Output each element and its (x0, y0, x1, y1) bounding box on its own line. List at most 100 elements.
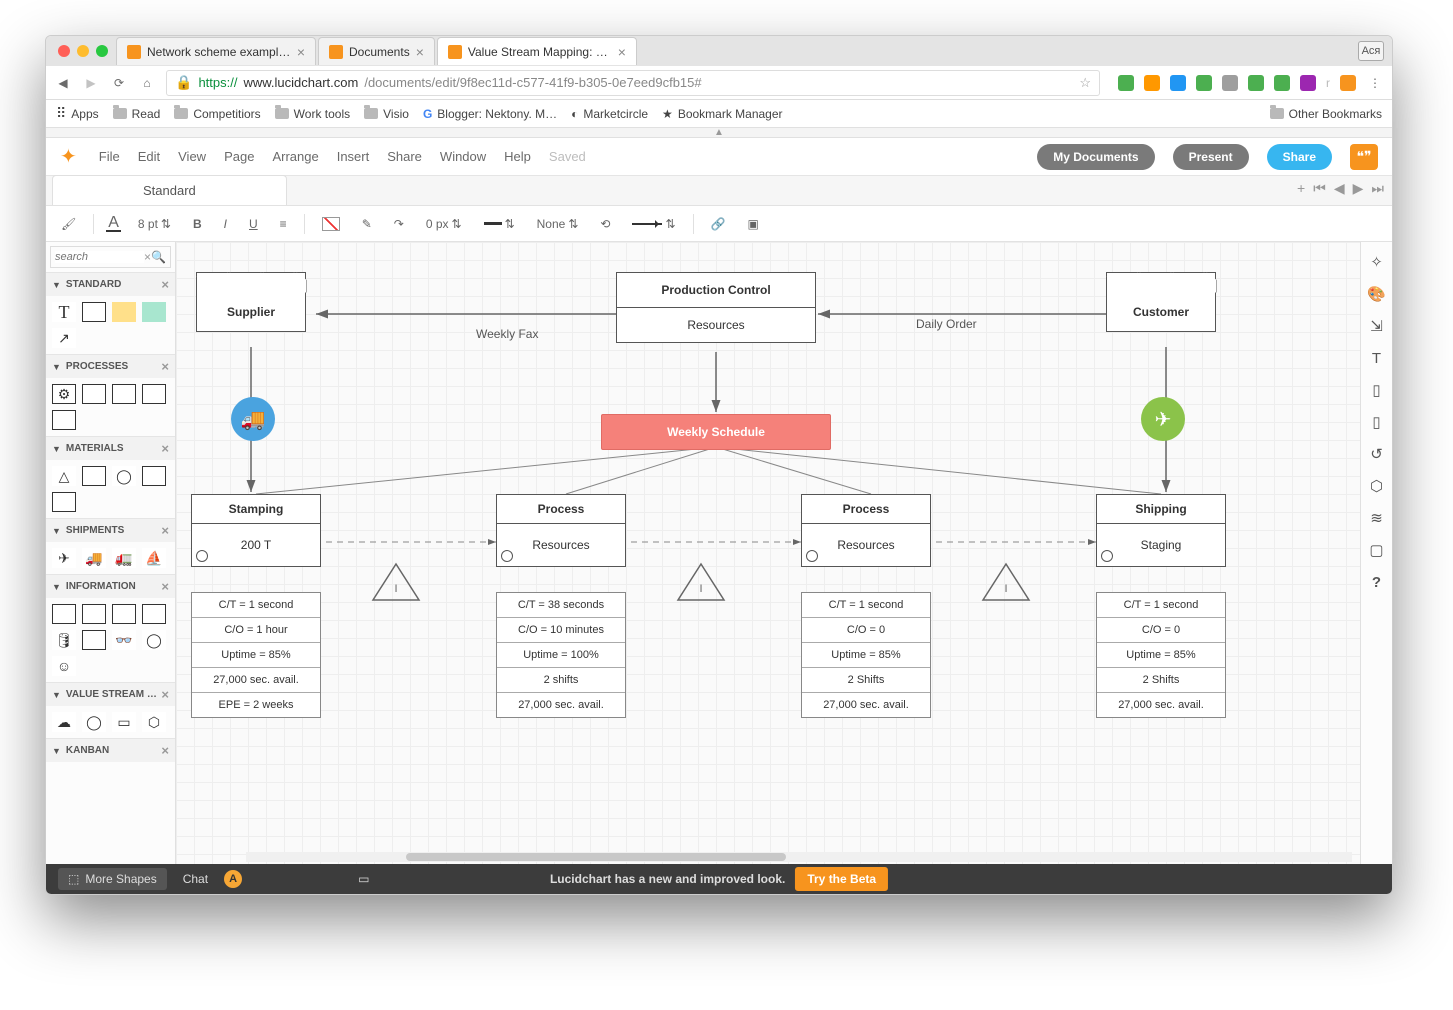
cube-icon[interactable]: ⬡ (1367, 476, 1387, 496)
reverse-icon[interactable]: ⟲ (595, 214, 615, 234)
inventory-triangle-icon[interactable]: I (981, 562, 1031, 602)
text-shape-icon[interactable]: T (52, 302, 76, 322)
home-icon[interactable]: ⌂ (138, 74, 156, 92)
minimize-window-icon[interactable] (77, 45, 89, 57)
process-shape-icon[interactable] (82, 384, 106, 404)
bookmark-item[interactable]: GBlogger: Nektony. M… (423, 107, 557, 121)
link-icon[interactable]: 🔗 (706, 214, 731, 234)
font-color-icon[interactable]: A (106, 216, 121, 232)
bookmark-folder[interactable]: Work tools (275, 107, 350, 121)
align-icon[interactable]: ≡ (275, 214, 292, 234)
navigator-icon[interactable]: ✧ (1367, 252, 1387, 272)
info-shape-icon[interactable] (52, 604, 76, 624)
inventory-shape-icon[interactable]: △ (52, 466, 76, 486)
search-input[interactable] (55, 251, 144, 263)
process-shape-icon[interactable] (142, 384, 166, 404)
section-vsm[interactable]: ▼VALUE STREAM …× (46, 683, 175, 706)
section-standard[interactable]: ▼STANDARD× (46, 273, 175, 296)
try-beta-button[interactable]: Try the Beta (795, 867, 888, 891)
material-shape-icon[interactable] (82, 466, 106, 486)
extension-icon[interactable] (1300, 75, 1316, 91)
extension-icon[interactable] (1274, 75, 1290, 91)
plane-icon[interactable]: ✈ (1141, 397, 1185, 441)
popout-icon[interactable]: ▭ (358, 872, 369, 886)
data-box[interactable]: C/T = 1 secondC/O = 0Uptime = 85%2 Shift… (801, 592, 931, 718)
horizontal-scrollbar[interactable] (246, 852, 1352, 862)
help-icon[interactable]: ? (1367, 572, 1387, 592)
collapse-handle[interactable]: ▲ (46, 128, 1392, 138)
extension-icon[interactable] (1222, 75, 1238, 91)
menu-insert[interactable]: Insert (337, 149, 370, 164)
material-shape-icon[interactable] (142, 466, 166, 486)
menu-help[interactable]: Help (504, 149, 531, 164)
process-node[interactable]: ShippingStaging (1096, 494, 1226, 567)
menu-edit[interactable]: Edit (138, 149, 160, 164)
process-node[interactable]: Stamping200 T (191, 494, 321, 567)
scrollbar-thumb[interactable] (406, 853, 786, 861)
line-curve-icon[interactable]: ↷ (389, 214, 409, 234)
app-logo-icon[interactable]: ✦ (60, 144, 77, 169)
note-shape-icon[interactable] (112, 302, 136, 322)
extension-icon[interactable] (1144, 75, 1160, 91)
material-shape-icon[interactable]: ◯ (112, 466, 136, 486)
section-processes[interactable]: ▼PROCESSES× (46, 355, 175, 378)
inventory-triangle-icon[interactable]: I (676, 562, 726, 602)
database-shape-icon[interactable]: 🛢 (52, 630, 76, 650)
bookmark-item[interactable]: ★Bookmark Manager (662, 107, 782, 121)
menu-share[interactable]: Share (387, 149, 422, 164)
process-shape-icon[interactable] (112, 384, 136, 404)
section-materials[interactable]: ▼MATERIALS× (46, 437, 175, 460)
extension-icon[interactable] (1170, 75, 1186, 91)
production-control-node[interactable]: Production ControlResources (616, 272, 816, 343)
image-icon[interactable]: ▣ (742, 214, 763, 234)
material-shape-icon[interactable] (52, 492, 76, 512)
customer-node[interactable]: Customer (1106, 272, 1216, 332)
other-bookmarks[interactable]: Other Bookmarks (1270, 107, 1382, 121)
my-documents-button[interactable]: My Documents (1037, 144, 1154, 170)
vsm-shape-icon[interactable]: ◯ (82, 712, 106, 732)
bookmark-item[interactable]: ◐Marketcircle (571, 107, 648, 121)
data-box[interactable]: C/T = 1 secondC/O = 0Uptime = 85%2 Shift… (1096, 592, 1226, 718)
forward-icon[interactable]: ▶ (82, 74, 100, 92)
note-shape-icon[interactable] (142, 302, 166, 322)
info-shape-icon[interactable]: ◯ (142, 630, 166, 650)
last-page-icon[interactable]: ⏭ (1371, 180, 1384, 197)
bookmark-folder[interactable]: Visio (364, 107, 409, 121)
schedule-node[interactable]: Weekly Schedule (601, 414, 831, 450)
close-tab-icon[interactable]: × (297, 44, 305, 60)
italic-icon[interactable]: I (219, 214, 232, 234)
section-shipments[interactable]: ▼SHIPMENTS× (46, 519, 175, 542)
page-alt-icon[interactable]: ▯ (1367, 412, 1387, 432)
process-node[interactable]: ProcessResources (801, 494, 931, 567)
extension-icon[interactable] (1248, 75, 1264, 91)
arrow-style-icon[interactable]: ⇅ (627, 214, 680, 234)
vsm-shape-icon[interactable]: ⬡ (142, 712, 166, 732)
shape-search[interactable]: × 🔍 (50, 246, 171, 268)
search-icon[interactable]: 🔍 (151, 250, 166, 264)
plane-shape-icon[interactable]: ✈ (52, 548, 76, 568)
info-shape-icon[interactable] (82, 630, 106, 650)
back-icon[interactable]: ◀ (54, 74, 72, 92)
truck-icon[interactable]: 🚚 (231, 397, 275, 441)
vsm-shape-icon[interactable]: ☁ (52, 712, 76, 732)
browser-tab-active[interactable]: Value Stream Mapping: Lucid× (437, 37, 637, 65)
extension-icon[interactable] (1118, 75, 1134, 91)
truck-shape-icon[interactable]: 🚛 (112, 548, 136, 568)
truck-shape-icon[interactable]: 🚚 (82, 548, 106, 568)
close-window-icon[interactable] (58, 45, 70, 57)
extension-icon[interactable] (1196, 75, 1212, 91)
font-size-stepper[interactable]: 8 pt ⇅ (133, 214, 176, 234)
section-kanban[interactable]: ▼KANBAN× (46, 739, 175, 762)
maximize-window-icon[interactable] (96, 45, 108, 57)
line-width-stepper[interactable]: 0 px ⇅ (421, 214, 467, 234)
chat-avatar-icon[interactable]: A (224, 870, 242, 888)
reload-icon[interactable]: ⟳ (110, 74, 128, 92)
url-input[interactable]: 🔒 https://www.lucidchart.com/documents/e… (166, 70, 1100, 96)
menu-icon[interactable]: ⋮ (1366, 74, 1384, 92)
add-page-icon[interactable]: + (1297, 180, 1305, 197)
paint-format-icon[interactable]: 🖌 (56, 214, 81, 234)
clear-icon[interactable]: × (144, 250, 151, 264)
close-tab-icon[interactable]: × (618, 44, 626, 60)
line-color-icon[interactable]: ✎ (357, 214, 377, 234)
prev-page-icon[interactable]: ◀ (1334, 180, 1345, 197)
